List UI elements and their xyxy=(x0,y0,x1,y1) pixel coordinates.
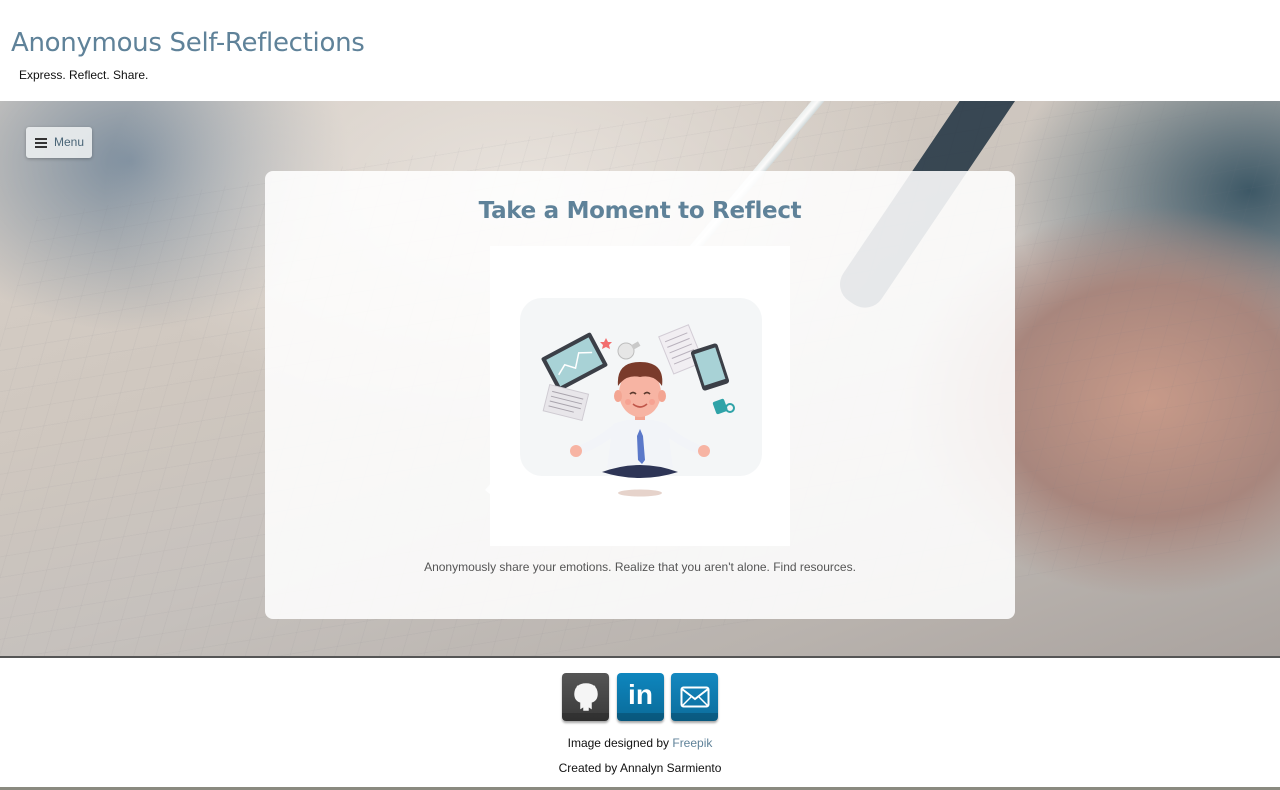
menu-label: Menu xyxy=(54,134,85,149)
site-header: Anonymous Self-Reflections Express. Refl… xyxy=(0,0,1280,101)
menu-button[interactable]: Menu xyxy=(26,127,92,158)
site-title[interactable]: Anonymous Self-Reflections xyxy=(11,28,365,58)
email-icon xyxy=(680,686,709,708)
card-caption: Anonymously share your emotions. Realize… xyxy=(424,560,856,574)
created-by: Created by Annalyn Sarmiento xyxy=(558,761,722,775)
github-icon xyxy=(573,683,598,711)
site-footer: in Image designed by Freepik Created by … xyxy=(0,656,1280,790)
site-tagline: Express. Reflect. Share. xyxy=(19,68,149,82)
meditating-man-illustration xyxy=(520,298,762,497)
meditation-illustration xyxy=(490,246,790,546)
card-title: Take a Moment to Reflect xyxy=(478,198,802,224)
image-credit: Image designed by Freepik xyxy=(0,736,1280,750)
image-credit-text: Image designed by xyxy=(567,736,670,750)
reflect-card: Take a Moment to Reflect Anonymously sha… xyxy=(265,171,1015,619)
linkedin-icon: in xyxy=(628,679,653,710)
hamburger-icon xyxy=(35,137,47,148)
email-link[interactable] xyxy=(671,673,718,721)
linkedin-link[interactable]: in xyxy=(617,673,664,721)
github-link[interactable] xyxy=(562,673,609,721)
freepik-link[interactable]: Freepik xyxy=(672,736,712,750)
